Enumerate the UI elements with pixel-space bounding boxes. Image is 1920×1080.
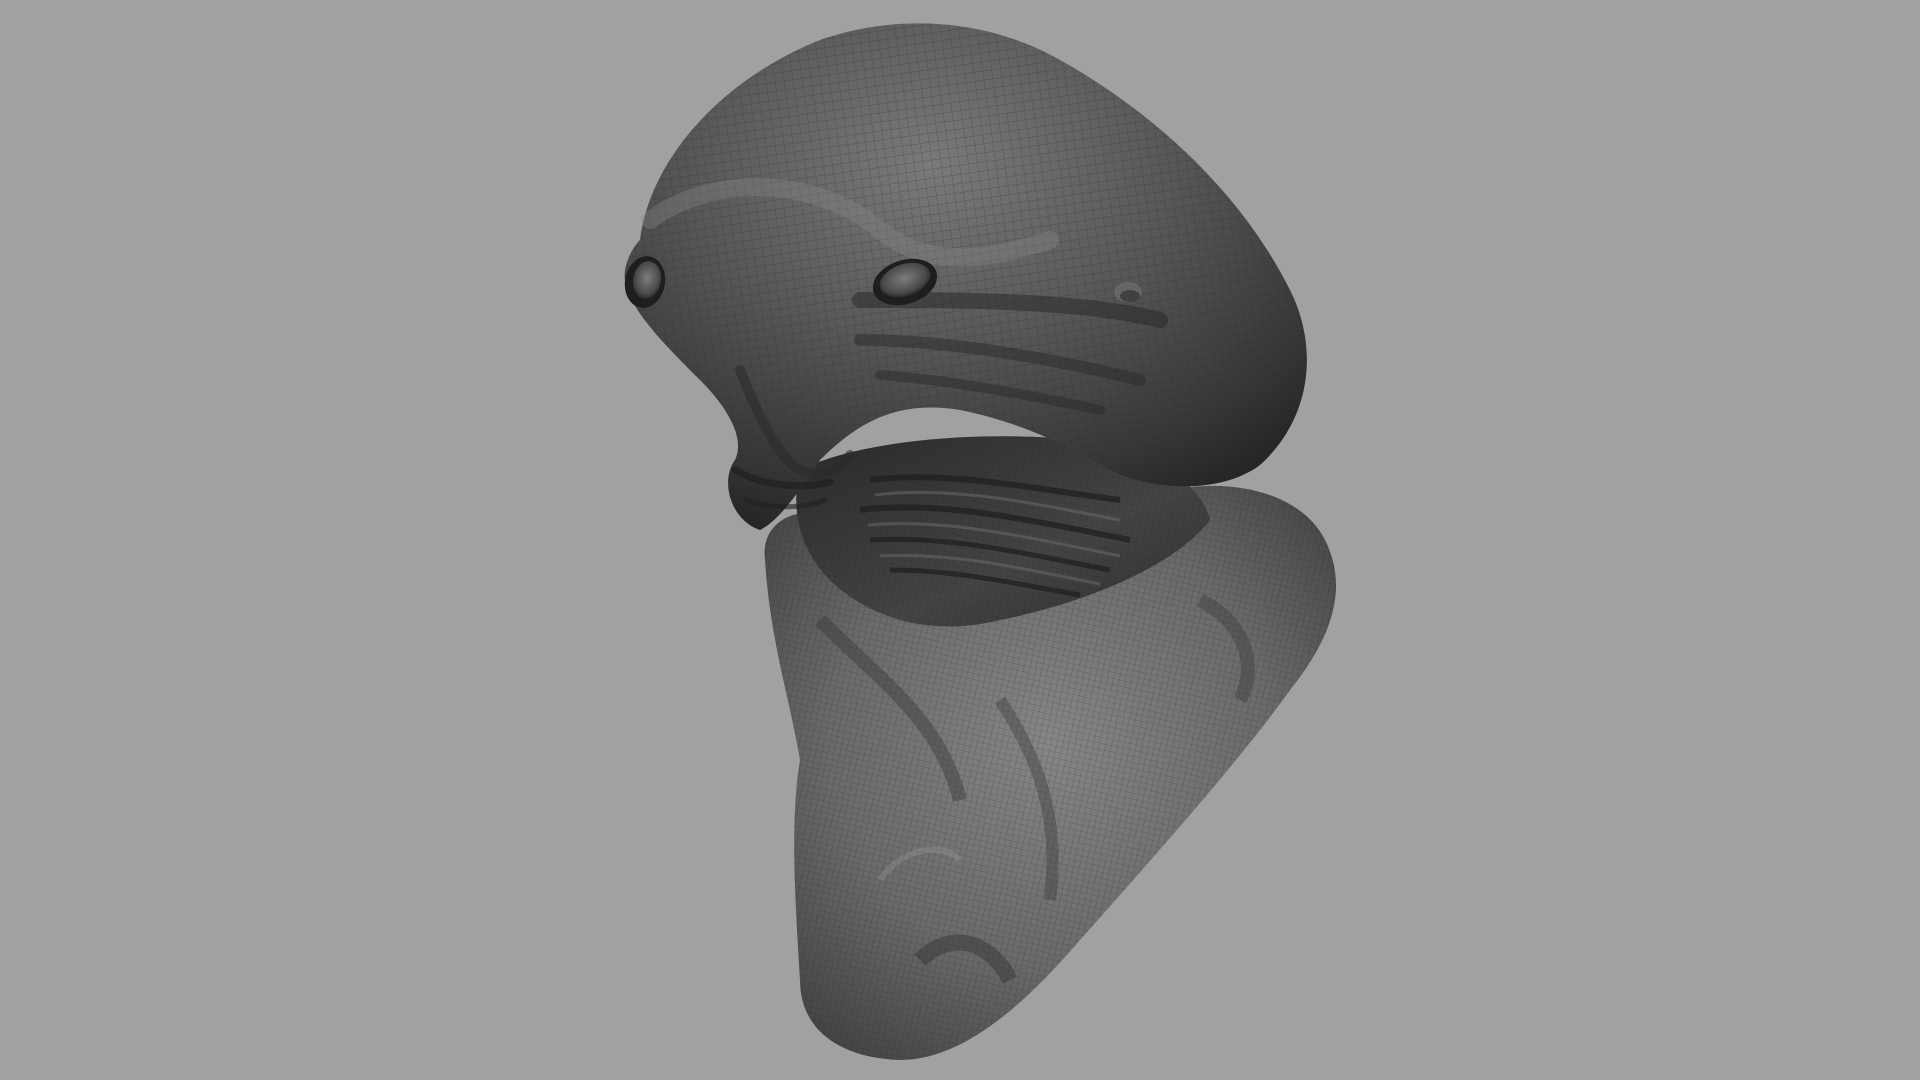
sculpt-model[interactable]: [0, 0, 1920, 1080]
3d-viewport[interactable]: [0, 0, 1920, 1080]
